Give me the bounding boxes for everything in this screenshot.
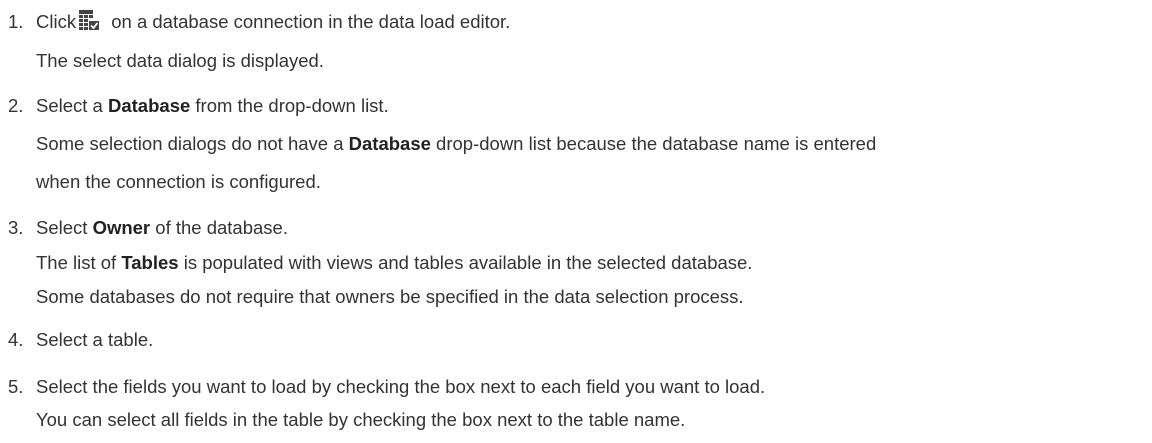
step-text: Some selection dialogs do not have a	[36, 133, 349, 154]
step-text: on a database connection in the data loa…	[106, 11, 511, 32]
step-number: 1.	[8, 11, 24, 32]
step-text: The list of	[36, 252, 122, 273]
step-line: Click on a database connection in the da…	[36, 4, 510, 43]
step-text: Click	[36, 11, 77, 32]
step-text: of the database.	[150, 217, 288, 238]
step-line: Some selection dialogs do not have a Dat…	[36, 126, 876, 162]
step-number: 5.	[8, 376, 24, 397]
step-text: Select	[36, 217, 93, 238]
step-text: drop-down list because the database name…	[430, 133, 877, 154]
ui-term: Owner	[92, 217, 151, 238]
step-text: You can select all fields in the table b…	[36, 409, 686, 430]
ui-term: Database	[348, 133, 431, 154]
step-line: Some databases do not require that owner…	[36, 279, 744, 315]
step-line: Select a table.	[36, 322, 153, 358]
step-text: Select a	[36, 95, 108, 116]
step-number: 2.	[8, 95, 24, 116]
step-text: Select a table.	[36, 329, 154, 350]
step-line: The list of Tables is populated with vie…	[36, 245, 752, 281]
step-line: The select data dialog is displayed.	[36, 43, 324, 79]
step-line: Select Owner of the database.	[36, 210, 288, 246]
step-line: when the connection is configured.	[36, 164, 321, 200]
step-line: You can select all fields in the table b…	[36, 402, 685, 438]
step-number: 3.	[8, 217, 24, 238]
step-text: Select the fields you want to load by ch…	[36, 376, 766, 397]
select-data-icon[interactable]	[78, 7, 100, 43]
step-text: from the drop-down list.	[190, 95, 389, 116]
step-text: is populated with views and tables avail…	[178, 252, 753, 273]
step-text: Some databases do not require that owner…	[36, 286, 744, 307]
ui-term: Database	[108, 95, 191, 116]
ui-term: Tables	[121, 252, 179, 273]
step-number: 4.	[8, 329, 24, 350]
step-line: Select the fields you want to load by ch…	[36, 369, 765, 405]
step-text: The select data dialog is displayed.	[36, 50, 324, 71]
step-text: when the connection is configured.	[36, 171, 321, 192]
step-line: Select a Database from the drop-down lis…	[36, 88, 389, 124]
